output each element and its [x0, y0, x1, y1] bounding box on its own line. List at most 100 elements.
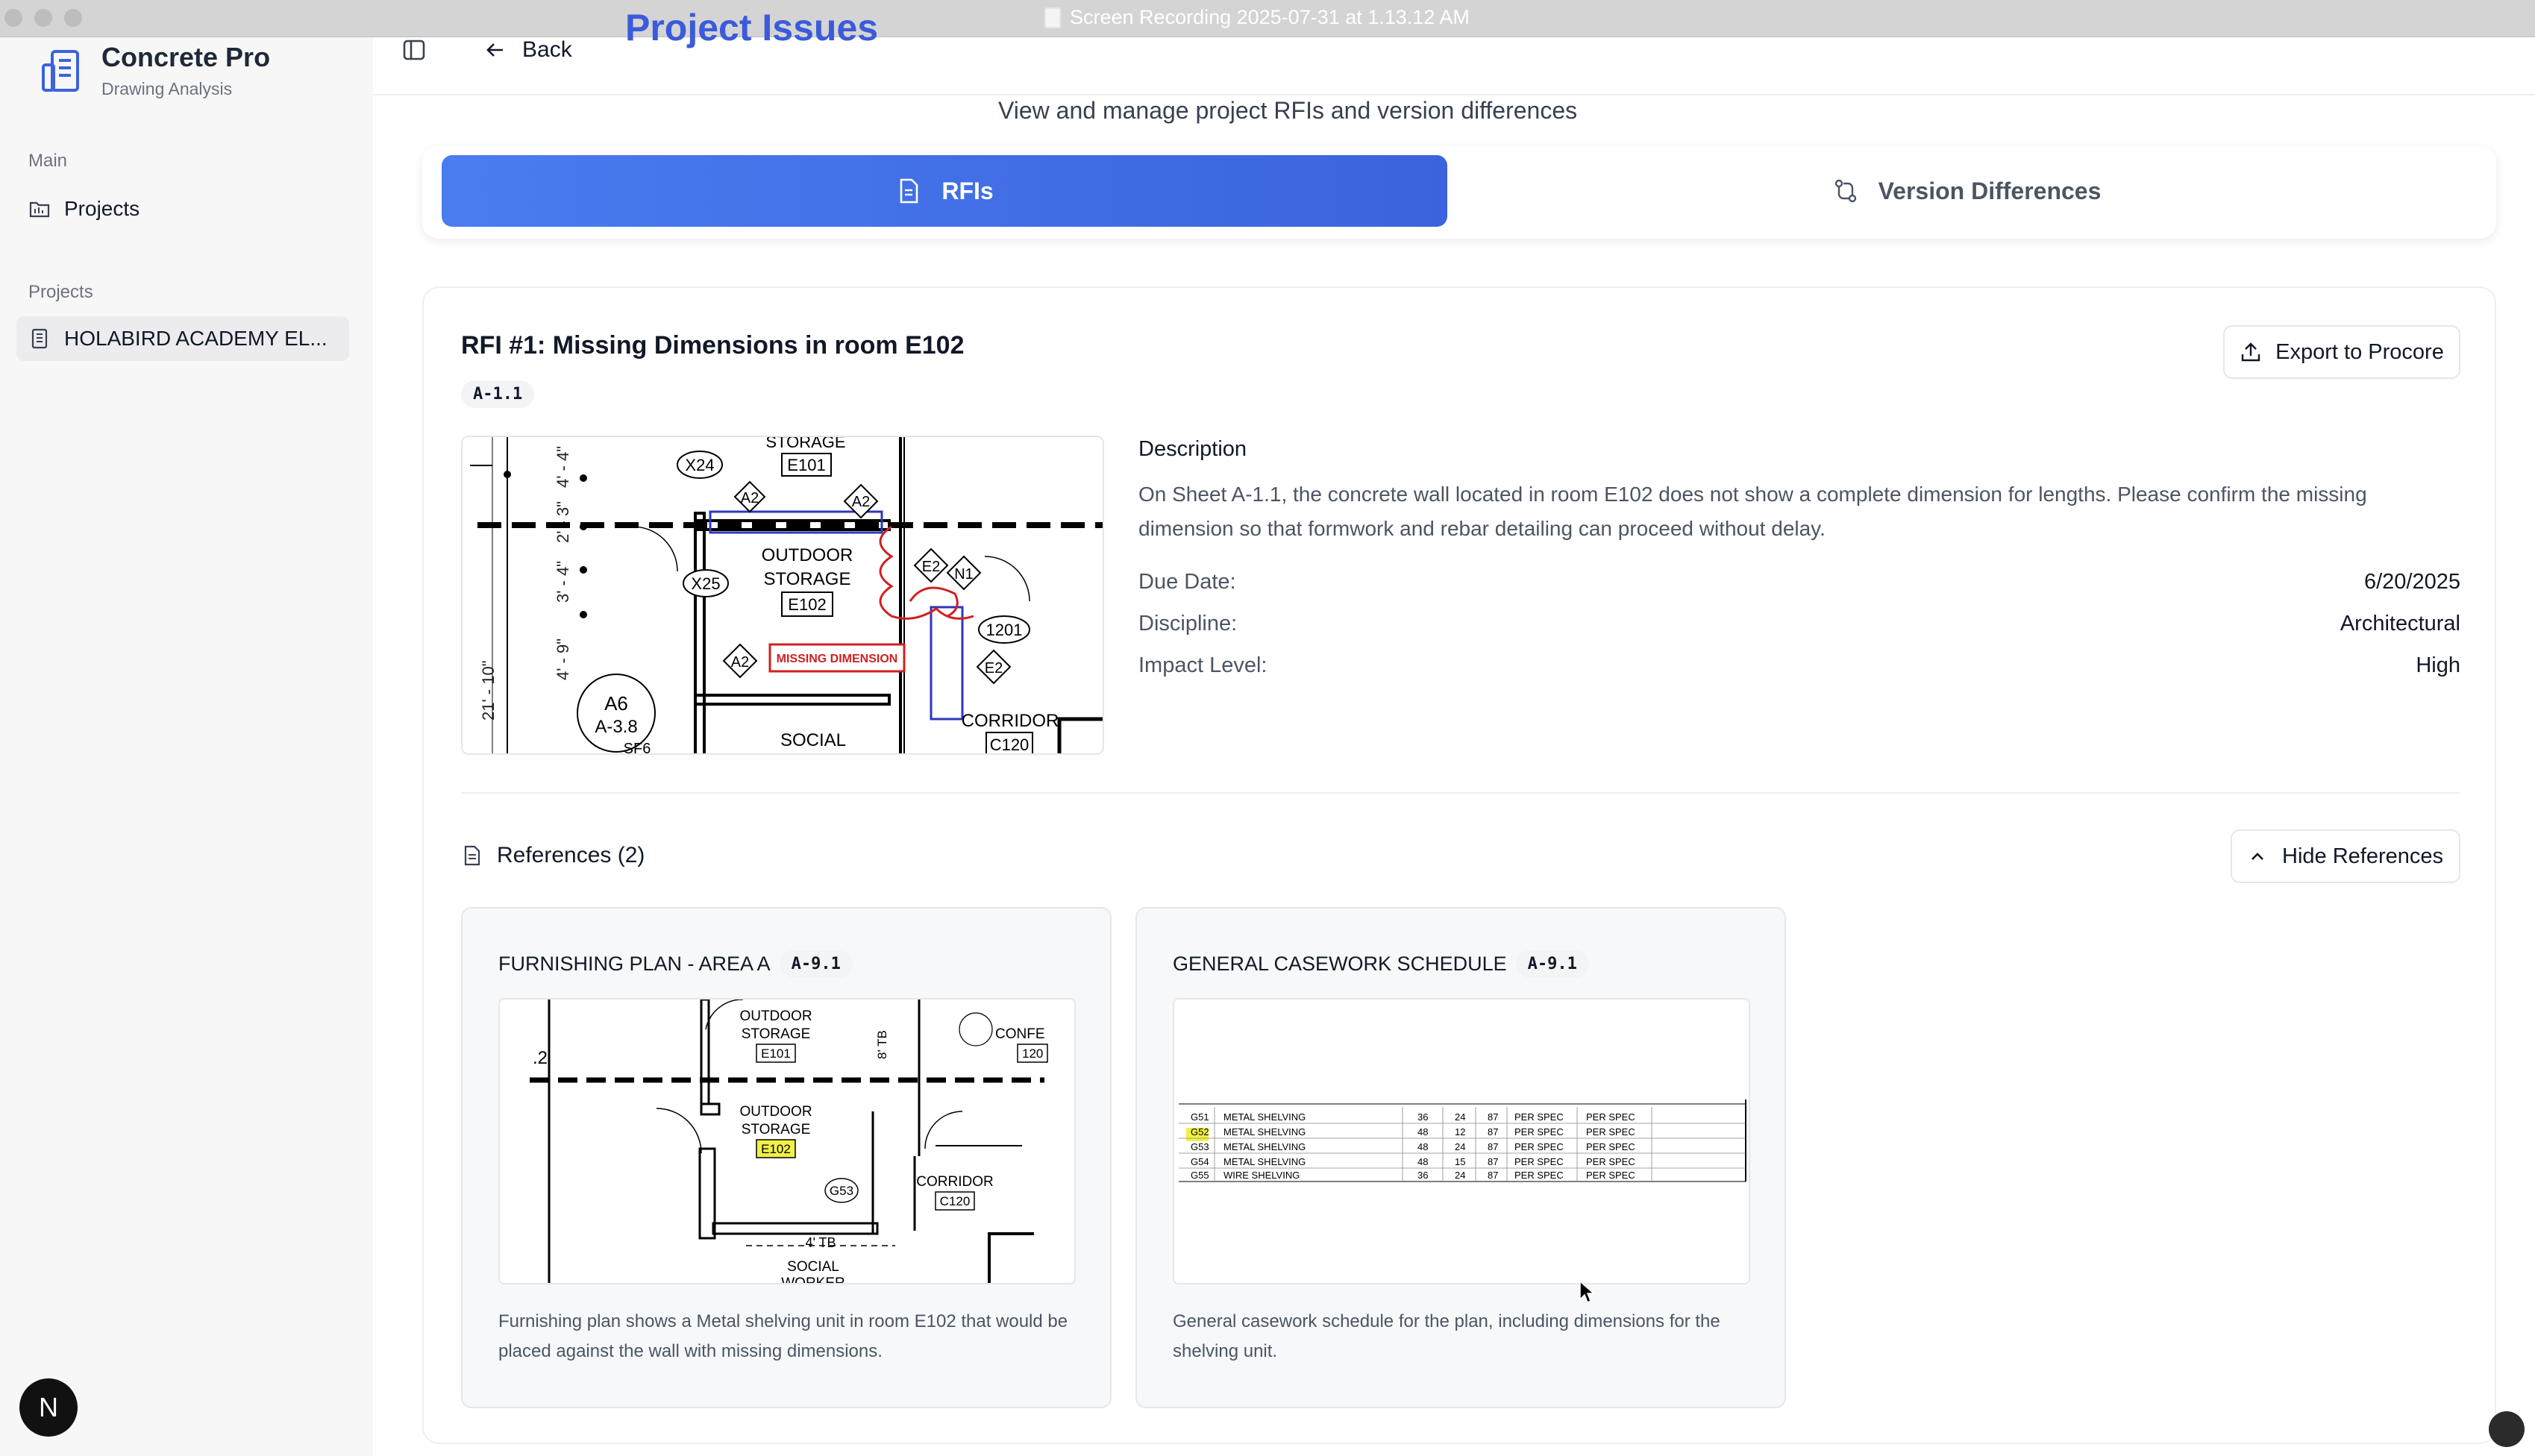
schedule-cell: PER SPEC: [1586, 1111, 1635, 1123]
references-label: References (2): [497, 843, 645, 867]
floor-plan-drawing: 4' - 4" 2' - 3" 3' - 4" 4' - 9" 21' - 10…: [463, 437, 1103, 753]
tab-rfis[interactable]: RFIs: [442, 155, 1447, 227]
brand[interactable]: Concrete Pro Drawing Analysis: [39, 42, 270, 99]
wall-tag: A2: [852, 494, 870, 510]
room-label: OUTDOOR: [762, 545, 853, 565]
dim-label: 2' - 3": [554, 501, 572, 543]
rfi-drawing-image[interactable]: 4' - 4" 2' - 3" 3' - 4" 4' - 9" 21' - 10…: [461, 436, 1104, 755]
schedule-cell: 48: [1417, 1156, 1428, 1167]
room-label: OUTDOOR: [739, 1104, 812, 1120]
sidebar-item-holabird[interactable]: HOLABIRD ACADEMY EL...: [16, 316, 349, 361]
room-number: C120: [940, 1194, 971, 1208]
room-label: SOCIAL: [787, 1259, 839, 1275]
reference-image[interactable]: G51 METAL SHELVING 36 24 87 PER SPEC PER…: [1173, 998, 1750, 1284]
sheet-badge: A-9.1: [1515, 950, 1589, 978]
sidebar-toggle-icon[interactable]: [401, 37, 427, 63]
schedule-cell: 24: [1455, 1141, 1465, 1152]
brand-subtitle: Drawing Analysis: [101, 79, 233, 98]
user-avatar[interactable]: N: [19, 1378, 78, 1437]
building-icon: [31, 328, 48, 349]
schedule-cell: 87: [1488, 1141, 1498, 1152]
room-label: CORRIDOR: [962, 711, 1059, 731]
close-window-button[interactable]: [4, 9, 22, 27]
sidebar-section-main: Main: [28, 151, 68, 171]
meta-value: Architectural: [2340, 612, 2460, 636]
schedule-cell: G51: [1191, 1111, 1209, 1123]
reference-title: FURNISHING PLAN - AREA A A-9.1: [498, 950, 853, 978]
wall-tag: N1: [954, 566, 974, 583]
schedule-cell: 12: [1455, 1126, 1465, 1138]
schedule-cell: METAL SHELVING: [1223, 1111, 1306, 1123]
schedule-cell: G54: [1191, 1156, 1209, 1167]
due-date-row: Due Date: 6/20/2025: [1138, 570, 2460, 594]
schedule-cell: 87: [1488, 1111, 1498, 1123]
schedule-cell: WIRE SHELVING: [1223, 1170, 1300, 1181]
tab-version-differences[interactable]: Version Differences: [1452, 155, 2481, 227]
page-subtitle: View and manage project RFIs and version…: [998, 97, 1578, 124]
reference-card[interactable]: FURNISHING PLAN - AREA A A-9.1 .2 OUTDOO…: [461, 907, 1112, 1408]
schedule-cell: METAL SHELVING: [1223, 1156, 1306, 1167]
meta-key: Due Date:: [1138, 570, 1236, 594]
schedule-cell: PER SPEC: [1514, 1111, 1564, 1123]
schedule-cell: PER SPEC: [1586, 1141, 1635, 1152]
dim-label: 21' - 10": [479, 660, 498, 721]
hide-references-button[interactable]: Hide References: [2231, 829, 2460, 883]
description-text: On Sheet A-1.1, the concrete wall locate…: [1138, 483, 2367, 540]
reference-image[interactable]: .2 OUTDOOR STORAGE E101 OUTDOOR STORAGE …: [498, 998, 1076, 1284]
section-divider: [461, 792, 2460, 794]
schedule-cell: PER SPEC: [1514, 1156, 1564, 1167]
meta-value: 6/20/2025: [2363, 570, 2460, 594]
minimize-window-button[interactable]: [34, 9, 52, 27]
document-icon: [900, 178, 918, 204]
room-label: SOCIAL: [780, 730, 846, 750]
door-tag: X25: [691, 574, 720, 593]
schedule-cell: 24: [1455, 1170, 1465, 1181]
document-icon: [1044, 7, 1061, 28]
schedule-cell: PER SPEC: [1514, 1141, 1564, 1152]
reference-description: General casework schedule for the plan, …: [1173, 1311, 1720, 1361]
schedule-cell: 87: [1488, 1170, 1498, 1181]
tb-label: 4' TB: [805, 1235, 836, 1250]
room-number: E102: [788, 595, 826, 614]
document-icon: [464, 845, 480, 866]
missing-dimension-label: MISSING DIMENSION: [777, 653, 898, 665]
tab-version-label: Version Differences: [1878, 177, 2102, 204]
schedule-cell: METAL SHELVING: [1223, 1141, 1306, 1152]
grid-label: .2: [533, 1048, 548, 1068]
schedule-cell: G55: [1191, 1170, 1209, 1181]
export-to-procore-button[interactable]: Export to Procore: [2223, 325, 2460, 379]
schedule-cell: PER SPEC: [1514, 1170, 1564, 1181]
upload-icon: [2241, 342, 2260, 362]
sidebar-section-projects: Projects: [28, 282, 93, 302]
schedule-cell: G52: [1191, 1126, 1209, 1138]
window-title: Screen Recording 2025-07-31 at 1.13.12 A…: [1044, 6, 1470, 29]
schedule-cell: 15: [1455, 1156, 1465, 1167]
schedule-cell: PER SPEC: [1586, 1156, 1635, 1167]
back-button[interactable]: Back: [485, 37, 572, 63]
assistant-icon[interactable]: [2489, 1411, 2525, 1447]
reference-card[interactable]: GENERAL CASEWORK SCHEDULE A-9.1 G51 META…: [1135, 907, 1786, 1408]
room-label: STORAGE: [764, 569, 851, 589]
sheet-badge: A-1.1: [461, 380, 535, 408]
wall-tag: A2: [731, 654, 749, 671]
reference-title: GENERAL CASEWORK SCHEDULE A-9.1: [1173, 950, 1589, 978]
hide-references-label: Hide References: [2282, 844, 2443, 868]
zoom-window-button[interactable]: [64, 9, 82, 27]
window-title-text: Screen Recording 2025-07-31 at 1.13.12 A…: [1070, 6, 1470, 28]
room-label: STORAGE: [742, 1122, 811, 1138]
shelving-tag: G53: [830, 1184, 853, 1198]
schedule-cell: 48: [1417, 1126, 1428, 1138]
wall-tag: E2: [922, 559, 940, 575]
schedule-cell: 36: [1417, 1111, 1428, 1123]
sidebar-item-projects[interactable]: Projects: [16, 186, 349, 231]
schedule-cell: 87: [1488, 1156, 1498, 1167]
sidebar-item-label: HOLABIRD ACADEMY EL...: [64, 327, 328, 350]
description-heading: Description: [1138, 437, 1247, 461]
schedule-cell: PER SPEC: [1586, 1170, 1635, 1181]
section-tag: A6: [604, 692, 628, 715]
schedule-cell: 87: [1488, 1126, 1498, 1138]
casework-schedule-table: G51 METAL SHELVING 36 24 87 PER SPEC PER…: [1174, 1000, 1749, 1283]
sidebar: Concrete Pro Drawing Analysis Main Proje…: [0, 0, 373, 1456]
room-label: STORAGE: [765, 437, 845, 451]
sidebar-item-label: Projects: [64, 197, 140, 220]
